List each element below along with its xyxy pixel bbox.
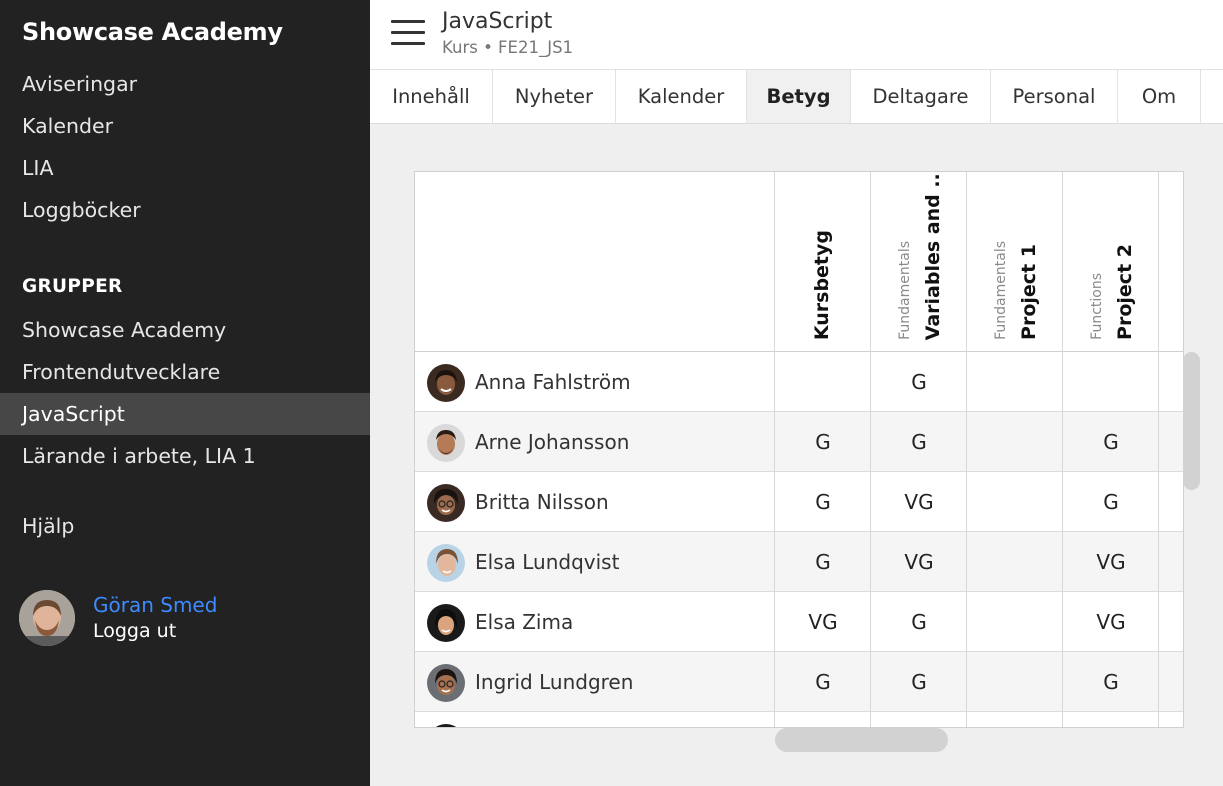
grade-cell[interactable]: G — [775, 430, 871, 454]
column-divider — [1062, 172, 1063, 727]
column-header-kursbetyg[interactable]: Kursbetyg — [775, 172, 871, 352]
grade-cell[interactable]: G — [871, 670, 967, 694]
column-divider — [1158, 172, 1159, 727]
grade-cell[interactable]: VG — [871, 550, 967, 574]
nav-item-kalender[interactable]: Kalender — [0, 105, 370, 147]
nav-item-aviseringar[interactable]: Aviseringar — [0, 63, 370, 105]
grades-header-row: Kursbetyg Fundamentals Variables and ...… — [415, 172, 1183, 352]
table-row: Elsa Zima VG G VG — [415, 592, 1183, 652]
user-name-link[interactable]: Göran Smed — [93, 593, 217, 617]
tab-innehall[interactable]: Innehåll — [370, 70, 493, 123]
group-item-frontendutvecklare[interactable]: Frontendutvecklare — [0, 351, 370, 393]
tab-nyheter[interactable]: Nyheter — [493, 70, 616, 123]
group-item-showcase-academy[interactable]: Showcase Academy — [0, 309, 370, 351]
avatar — [427, 544, 465, 582]
grade-cell[interactable]: G — [775, 550, 871, 574]
student-cell[interactable]: Elsa Lundqvist — [415, 532, 775, 592]
student-name: Elsa Lundqvist — [475, 550, 620, 574]
tab-deltagare[interactable]: Deltagare — [851, 70, 991, 123]
column-category: Fundamentals — [993, 241, 1009, 340]
grade-cell[interactable]: G — [871, 430, 967, 454]
column-title: Kursbetyg — [811, 229, 833, 340]
nav-item-help[interactable]: Hjälp — [0, 505, 370, 547]
avatar — [427, 604, 465, 642]
column-category: Fundamentals — [897, 241, 913, 340]
column-header-project-1[interactable]: Fundamentals Project 1 — [967, 172, 1063, 352]
student-name: Elsa Zima — [475, 610, 574, 634]
course-tabs: Innehåll Nyheter Kalender Betyg Deltagar… — [370, 70, 1223, 124]
student-name: Ingrid Lundgren — [475, 670, 634, 694]
avatar — [427, 424, 465, 462]
grade-cell[interactable]: G — [775, 490, 871, 514]
student-cell[interactable]: Britta Nilsson — [415, 472, 775, 532]
avatar — [427, 724, 465, 727]
student-name: Anna Fahlström — [475, 370, 631, 394]
grades-table: Kursbetyg Fundamentals Variables and ...… — [414, 171, 1184, 728]
table-row: Ingrid Lundgren G G G — [415, 652, 1183, 712]
horizontal-scrollbar[interactable] — [775, 728, 948, 752]
avatar — [427, 664, 465, 702]
grade-cell[interactable]: G — [1063, 670, 1159, 694]
tab-kalender[interactable]: Kalender — [616, 70, 747, 123]
groups-heading: GRUPPER — [22, 276, 123, 297]
group-item-lia-1[interactable]: Lärande i arbete, LIA 1 — [0, 435, 370, 477]
logout-link[interactable]: Logga ut — [93, 620, 176, 642]
grade-cell[interactable]: G — [871, 370, 967, 394]
student-cell[interactable]: Ingrid Lundgren — [415, 652, 775, 712]
course-subtitle: Kurs • FE21_JS1 — [442, 38, 574, 57]
student-cell[interactable]: Anna Fahlström — [415, 352, 775, 412]
table-row: Britta Nilsson G VG G — [415, 472, 1183, 532]
page-title: JavaScript — [442, 9, 553, 34]
column-divider — [870, 172, 871, 727]
nav-item-lia[interactable]: LIA — [0, 147, 370, 189]
grade-cell[interactable]: G — [775, 670, 871, 694]
column-title: Project 2 — [1114, 244, 1136, 340]
table-row: Arne Johansson G G G — [415, 412, 1183, 472]
group-item-javascript[interactable]: JavaScript — [0, 393, 370, 435]
avatar — [427, 484, 465, 522]
avatar — [427, 364, 465, 402]
student-name: Arne Johansson — [475, 430, 630, 454]
grade-cell[interactable]: G — [871, 610, 967, 634]
table-row — [415, 712, 1183, 727]
student-name: Britta Nilsson — [475, 490, 609, 514]
grade-cell[interactable]: VG — [1063, 610, 1159, 634]
student-cell[interactable]: Elsa Zima — [415, 592, 775, 652]
grade-cell[interactable]: G — [1063, 430, 1159, 454]
avatar — [19, 590, 75, 646]
grade-cell[interactable]: G — [1063, 490, 1159, 514]
table-row: Anna Fahlström G — [415, 352, 1183, 412]
hamburger-menu-icon[interactable] — [391, 20, 425, 46]
column-header-project-2[interactable]: Functions Project 2 — [1063, 172, 1159, 352]
column-divider — [966, 172, 967, 727]
nav-item-loggbocker[interactable]: Loggböcker — [0, 189, 370, 231]
vertical-scrollbar[interactable] — [1183, 352, 1200, 490]
column-title: Project 1 — [1018, 244, 1040, 340]
column-category: Functions — [1089, 273, 1105, 340]
table-row: Elsa Lundqvist G VG VG — [415, 532, 1183, 592]
grade-cell[interactable]: VG — [871, 490, 967, 514]
column-header-variables[interactable]: Fundamentals Variables and ... — [871, 172, 967, 352]
sidebar: Showcase Academy Aviseringar Kalender LI… — [0, 0, 370, 786]
brand-title[interactable]: Showcase Academy — [22, 18, 283, 46]
grade-cell[interactable]: VG — [1063, 550, 1159, 574]
column-title: Variables and ... — [922, 171, 944, 340]
tab-om[interactable]: Om — [1118, 70, 1201, 123]
student-cell[interactable]: Arne Johansson — [415, 412, 775, 472]
column-divider — [774, 172, 775, 727]
grade-cell[interactable]: VG — [775, 610, 871, 634]
tab-personal[interactable]: Personal — [991, 70, 1118, 123]
course-header: JavaScript Kurs • FE21_JS1 — [370, 0, 1223, 70]
tab-betyg[interactable]: Betyg — [747, 70, 851, 123]
